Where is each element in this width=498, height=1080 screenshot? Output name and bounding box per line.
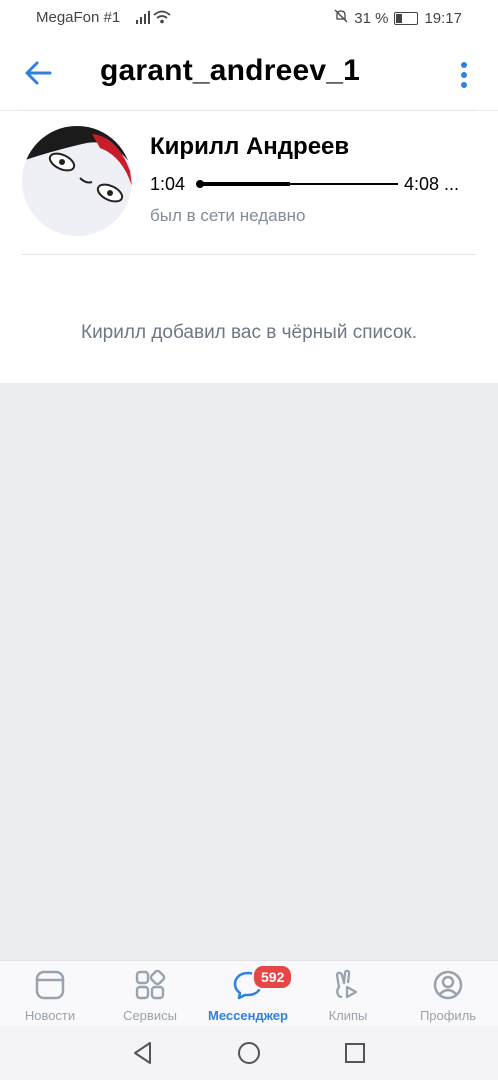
clock: 19:17 xyxy=(424,9,462,27)
tab-clips[interactable]: Клипы xyxy=(298,961,398,1027)
carrier-label: MegaFon #1 xyxy=(36,9,121,26)
battery-percent: 31 % xyxy=(354,9,389,27)
signal-wifi-icons xyxy=(134,9,174,29)
back-arrow-icon[interactable] xyxy=(22,56,56,90)
chat-header: garant_andreev_1 xyxy=(0,36,498,110)
bottom-tab-bar: Новости Сервисы 592 Мессенджер Клипы Про… xyxy=(0,960,498,1027)
nav-recents-icon[interactable] xyxy=(342,1040,368,1066)
audio-progress[interactable]: 1:04 4:08 ... xyxy=(150,174,480,196)
tab-label: Новости xyxy=(24,1008,76,1023)
battery-icon xyxy=(394,11,419,25)
profile-divider xyxy=(22,254,476,255)
profile-card: Кирилл Андреев 1:04 4:08 ... был в сети … xyxy=(0,111,498,383)
tab-profile[interactable]: Профиль xyxy=(398,961,498,1027)
system-nav-bar xyxy=(0,1026,498,1080)
tab-label: Профиль xyxy=(419,1008,477,1023)
tab-label: Сервисы xyxy=(123,1008,177,1023)
audio-current-time: 1:04 xyxy=(150,174,186,194)
tab-messenger[interactable]: 592 Мессенджер xyxy=(198,961,298,1027)
profile-icon xyxy=(433,970,463,1000)
audio-total-time: 4:08 ... xyxy=(404,174,460,194)
unread-badge: 592 xyxy=(252,964,294,990)
tab-label: Мессенджер xyxy=(208,1008,288,1023)
services-icon xyxy=(135,969,166,1000)
audio-track[interactable] xyxy=(196,180,398,188)
more-vertical-icon[interactable] xyxy=(456,60,472,90)
tab-news[interactable]: Новости xyxy=(0,961,100,1027)
audio-thumb[interactable] xyxy=(196,180,204,188)
last-seen-status: был в сети недавно xyxy=(150,206,306,225)
tab-label: Клипы xyxy=(328,1008,368,1023)
tab-services[interactable]: Сервисы xyxy=(100,961,200,1027)
nav-home-icon[interactable] xyxy=(236,1040,262,1066)
contact-name: Кирилл Андреев xyxy=(150,133,350,160)
page-title: garant_andreev_1 xyxy=(100,54,361,87)
status-right: 31 % 19:17 xyxy=(334,9,462,27)
clips-icon xyxy=(335,969,358,999)
blocked-message: Кирилл добавил вас в чёрный список. xyxy=(81,322,417,343)
avatar[interactable] xyxy=(22,126,132,236)
news-icon xyxy=(35,970,65,1000)
audio-fill xyxy=(198,182,290,186)
nav-back-icon[interactable] xyxy=(130,1040,156,1066)
status-bar: MegaFon #1 31 % 19:17 xyxy=(0,0,498,36)
mute-bell-icon xyxy=(334,9,348,27)
